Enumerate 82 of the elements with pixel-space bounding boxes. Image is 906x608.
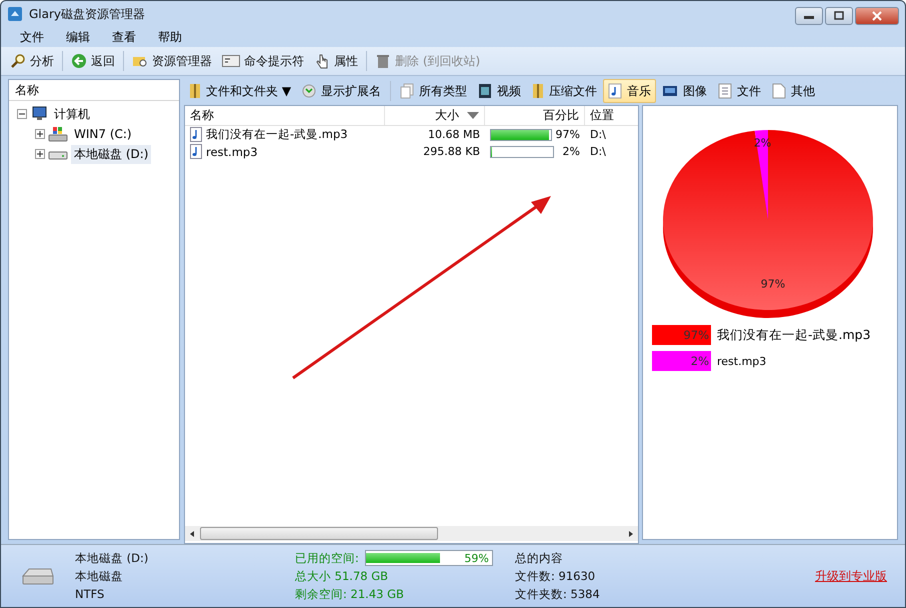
window-title: Glary磁盘资源管理器	[29, 6, 146, 22]
zipper-folder-icon	[532, 83, 544, 99]
column-header[interactable]: 名称	[185, 106, 385, 125]
tree-item[interactable]: 计算机	[51, 104, 93, 124]
blank-page-icon	[772, 83, 786, 99]
minimize-button[interactable]	[795, 7, 823, 25]
table-cell: 97%	[556, 128, 580, 141]
menu-item[interactable]: 编辑	[55, 27, 101, 47]
filter-tab[interactable]: 文件	[713, 79, 766, 103]
music-file-icon	[190, 144, 202, 159]
column-header[interactable]: 位置	[585, 106, 637, 125]
filter-tab[interactable]: 图像	[657, 79, 712, 103]
used-space-label: 已用的空间:	[295, 550, 359, 566]
image-icon	[662, 84, 678, 98]
menu-item[interactable]: 查看	[101, 27, 147, 47]
file-name: rest.mp3	[206, 144, 258, 158]
upgrade-link[interactable]: 升级到专业版	[815, 568, 887, 584]
scrollbar-thumb[interactable]	[200, 527, 438, 540]
expand-icon[interactable]	[35, 129, 45, 139]
console-icon	[222, 54, 240, 68]
table-cell-text: 10.68 MB	[426, 128, 481, 141]
toolbar-button[interactable]: 分析	[5, 50, 59, 72]
slice-label: 97%	[760, 278, 786, 290]
toolbar-button[interactable]: 返回	[66, 50, 120, 72]
folder-count: 文件夹数: 5384	[515, 586, 600, 602]
content-title: 总的内容	[515, 550, 564, 566]
table-cell: 2%	[562, 145, 580, 158]
sort-arrow-icon	[467, 112, 479, 120]
legend-swatch: 97%	[652, 325, 711, 345]
film-icon	[478, 83, 492, 99]
file-system: NTFS	[75, 587, 106, 601]
file-count: 文件数: 91630	[515, 568, 596, 584]
total-size: 总大小 51.78 GB	[295, 569, 390, 584]
filter-tab[interactable]: 其他	[767, 79, 820, 103]
scroll-left-icon[interactable]	[188, 530, 196, 538]
close-button[interactable]	[855, 7, 899, 25]
hand-pointer-icon	[314, 53, 330, 69]
toolbar-button[interactable]: 命令提示符	[217, 50, 309, 72]
table-cell-text: D:\	[589, 128, 607, 141]
toggle-button[interactable]: 显示扩展名	[297, 79, 386, 103]
legend-label: rest.mp3	[717, 354, 766, 368]
tree-item[interactable]: 本地磁盘 (D:)	[71, 144, 152, 164]
app-icon	[7, 6, 23, 22]
drive-label: 本地磁盘	[75, 569, 124, 584]
document-icon	[718, 83, 732, 99]
filter-tab[interactable]: 所有类型	[395, 79, 472, 103]
magnifier-icon	[10, 53, 26, 69]
menu-item[interactable]: 文件	[9, 27, 55, 47]
used-space-reading: 59%	[464, 552, 489, 564]
expand-icon[interactable]	[35, 149, 45, 159]
trash-can-icon	[375, 53, 391, 69]
collapse-icon[interactable]	[17, 109, 27, 119]
column-header[interactable]: 百分比	[485, 106, 585, 125]
music-file-icon	[190, 127, 202, 142]
column-header[interactable]: 大小	[385, 106, 485, 125]
close-icon	[871, 11, 883, 21]
computer-icon	[30, 106, 48, 122]
zipper-folder-icon	[189, 83, 201, 99]
toolbar-button[interactable]: 属性	[309, 50, 363, 72]
legend-swatch: 2%	[652, 351, 711, 371]
filter-tab[interactable]: 压缩文件	[527, 79, 602, 103]
drive-icon	[21, 566, 55, 586]
maximize-icon	[833, 11, 845, 21]
music-note-icon	[608, 83, 622, 99]
horizontal-scrollbar[interactable]	[185, 526, 638, 541]
view-dropdown[interactable]: 文件和文件夹 ▼	[184, 79, 296, 103]
tree-item[interactable]: WIN7 (C:)	[71, 126, 135, 142]
filter-tab[interactable]: 视频	[473, 79, 526, 103]
scroll-right-icon[interactable]	[627, 530, 635, 538]
pages-icon	[400, 83, 414, 99]
drive-name: 本地磁盘 (D:)	[75, 551, 150, 566]
table-cell-text: 295.88 KB	[422, 145, 481, 158]
toolbar-button[interactable]: 资源管理器	[127, 50, 217, 72]
table-cell-text: D:\	[589, 145, 607, 158]
free-space: 剩余空间: 21.43 GB	[295, 587, 405, 602]
maximize-button[interactable]	[825, 7, 853, 25]
system-drive-icon	[48, 126, 68, 142]
menu-item[interactable]: 帮助	[147, 27, 193, 47]
legend-label: 我们没有在一起-武曼.mp3	[717, 326, 871, 344]
chevron-circle-icon	[302, 84, 316, 98]
filter-tab[interactable]: 音乐	[603, 79, 656, 103]
file-name: 我们没有在一起-武曼.mp3	[206, 127, 348, 142]
